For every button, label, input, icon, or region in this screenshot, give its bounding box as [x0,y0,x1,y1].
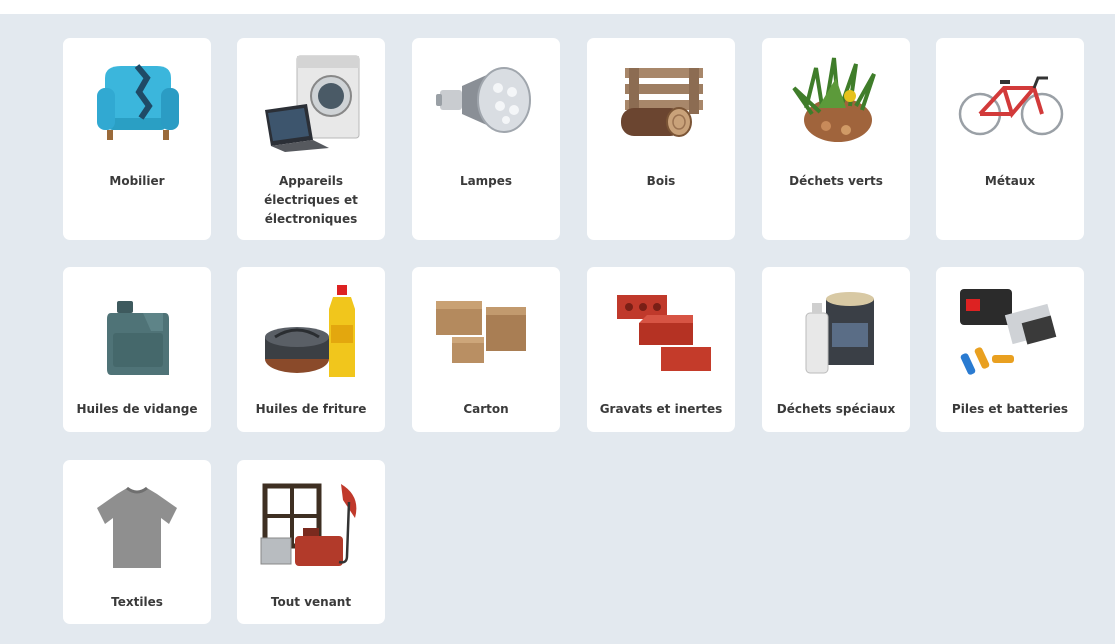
category-label: Huiles de vidange [76,402,198,416]
bicycle-icon [950,48,1070,152]
category-card-bois[interactable]: Bois [587,38,735,240]
cardboard-boxes-icon [426,279,546,383]
led-bulb-icon [426,48,546,152]
category-card-dechets-speciaux[interactable]: Déchets spéciaux [762,267,910,432]
category-card-piles[interactable]: Piles et batteries [936,267,1084,432]
waste-category-grid: Mobilier Appareils électriques et électr… [0,0,1115,644]
washing-machine-laptop-icon [251,48,371,152]
frying-oil-icon [251,279,371,383]
category-card-carton[interactable]: Carton [412,267,560,432]
category-label: Déchets verts [789,174,883,188]
batteries-icon [950,279,1070,383]
category-label: Mobilier [109,174,165,188]
category-label: Carton [463,402,509,416]
category-card-lampes[interactable]: Lampes [412,38,560,240]
tshirt-icon [77,472,197,576]
wood-pallet-log-icon [601,48,721,152]
category-card-metaux[interactable]: Métaux [936,38,1084,240]
armchair-icon [77,48,197,152]
category-card-huiles-vidange[interactable]: Huiles de vidange [63,267,211,432]
category-label: Piles et batteries [951,402,1069,416]
category-label: Gravats et inertes [599,402,723,416]
category-label: Déchets spéciaux [776,402,896,416]
category-label: Huiles de friture [255,402,367,416]
category-label: Métaux [984,174,1036,188]
category-label: Tout venant [270,595,352,609]
oil-can-icon [77,279,197,383]
category-card-tout-venant[interactable]: Tout venant [237,460,385,624]
category-card-mobilier[interactable]: Mobilier [63,38,211,240]
mixed-waste-icon [251,472,371,576]
category-card-dechets-verts[interactable]: Déchets verts [762,38,910,240]
bricks-icon [601,279,721,383]
category-label: Appareils électriques et électroniques [264,174,358,226]
category-card-appareils[interactable]: Appareils électriques et électroniques [237,38,385,240]
category-label: Bois [646,174,676,188]
category-label: Textiles [111,595,163,609]
paint-can-spray-icon [776,279,896,383]
green-waste-icon [776,48,896,152]
category-label: Lampes [459,174,513,188]
category-card-gravats[interactable]: Gravats et inertes [587,267,735,432]
category-card-huiles-friture[interactable]: Huiles de friture [237,267,385,432]
category-card-textiles[interactable]: Textiles [63,460,211,624]
